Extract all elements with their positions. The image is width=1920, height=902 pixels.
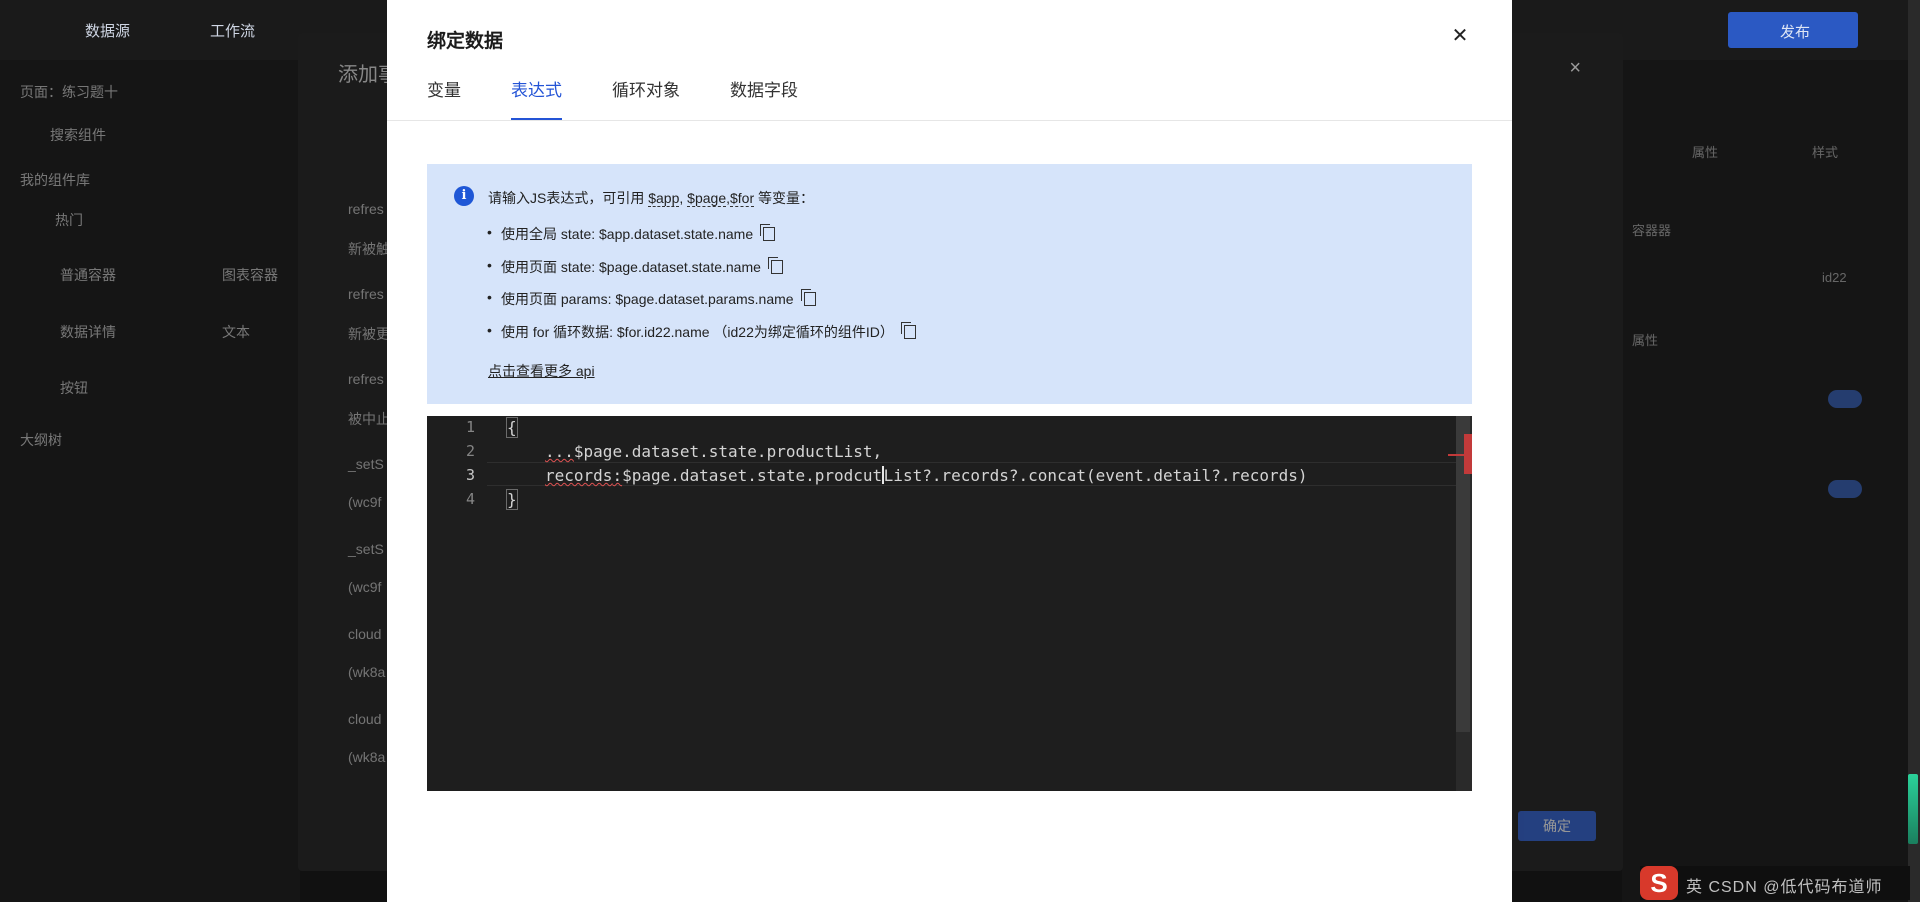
volume-indicator [1908,774,1918,844]
bg-event-item: (wk8a [348,749,386,765]
copy-icon[interactable] [760,224,776,241]
right-panel: 属性 样式 容器器 id22 属性 [1622,60,1920,902]
code-line-4: } [506,489,518,510]
ime-text: 英 CSDN @低代码布道师 [1686,879,1883,896]
info-alert: i 请输入JS表达式，可引用 $app, $page,$for 等变量： 使用全… [427,164,1472,404]
page-scrollbar[interactable] [1908,0,1920,902]
container-label: 容器器 [1632,223,1672,238]
bg-event-item: 被中止 [348,411,390,427]
bg-event-item[interactable]: cloud [348,626,381,642]
left-panel: 页面：练习题十 搜索组件 我的组件库 热门 普通容器 数据详情 按钮 大纲树 图… [0,60,300,902]
code-editor[interactable]: 1 2 3 4 { ...$page.dataset.state.product… [427,416,1472,791]
close-icon[interactable]: ✕ [1450,26,1470,46]
component-id: id22 [1822,270,1847,285]
bind-data-modal: 绑定数据 ✕ 变量 表达式 循环对象 数据字段 i 请输入JS表达式，可引用 $… [387,0,1512,902]
code-line-3: records:$page.dataset.state.prodcutList?… [545,466,1308,485]
component-chart[interactable]: 图表容器 [222,265,278,285]
component-data-detail[interactable]: 数据详情 [60,322,116,342]
usage-list: 使用全局 state: $app.dataset.state.name 使用页面… [487,224,916,355]
more-api-link[interactable]: 点击查看更多 api [488,361,595,381]
bg-event-item[interactable]: refres [348,201,384,217]
tab-loop-object[interactable]: 循环对象 [612,76,680,120]
toggle-1[interactable] [1828,390,1862,408]
code-line-1: { [506,417,518,438]
copy-icon[interactable] [900,321,916,339]
outline-tree-label: 大纲树 [20,432,62,448]
ime-logo-icon[interactable]: S [1640,866,1678,900]
component-search[interactable]: 搜索组件 [50,125,106,145]
line-number-gutter: 1 2 3 4 [427,416,487,791]
bg-event-item: 新被更 [348,326,390,342]
bg-dialog-close-icon[interactable]: × [1569,57,1581,80]
bg-event-item[interactable]: cloud [348,711,381,727]
usage-item: 使用 for 循环数据: $for.id22.name （id22为绑定循环的组… [487,321,916,355]
hot-group[interactable]: 热门 [55,210,83,230]
props-tab[interactable]: 属性 [1692,142,1718,161]
component-container[interactable]: 普通容器 [60,265,116,285]
usage-item: 使用页面 params: $page.dataset.params.name [487,289,915,322]
bg-event-item[interactable]: refres [348,371,384,387]
error-marker [1464,434,1472,474]
tab-variable[interactable]: 变量 [427,76,461,120]
bg-event-item: (wc9f [348,579,382,595]
page-var-link[interactable]: $page [687,190,727,207]
line-number: 1 [465,418,475,436]
page-selector[interactable]: 页面：练习题十 [20,82,118,102]
style-tab[interactable]: 样式 [1812,142,1838,161]
usage-item: 使用页面 state: $page.dataset.state.name [487,256,915,290]
for-var-link[interactable]: $for [730,190,755,207]
bg-confirm-button[interactable]: 确定 [1518,811,1596,841]
tab-bar: 变量 表达式 循环对象 数据字段 [427,76,848,120]
line-number: 2 [465,442,475,460]
bg-event-item[interactable]: _setS [348,456,384,472]
component-button[interactable]: 按钮 [60,378,88,398]
tabs-divider [387,120,1512,121]
bg-event-item[interactable]: refres [348,286,384,302]
copy-icon[interactable] [800,289,816,307]
tab-expression[interactable]: 表达式 [511,76,562,120]
topnav-datasource[interactable]: 数据源 [85,20,130,41]
info-icon: i [454,186,474,206]
toggle-2[interactable] [1828,480,1862,498]
publish-button[interactable]: 发布 [1728,12,1858,48]
component-text[interactable]: 文本 [222,322,250,342]
bg-event-item: (wk8a [348,664,386,680]
code-line-2: ...$page.dataset.state.productList, [545,442,883,461]
line-number: 4 [465,490,475,508]
error-marker-line [1448,454,1464,456]
bg-event-item: 新被触 [348,241,390,257]
props-section: 属性 [1632,333,1659,348]
usage-item: 使用全局 state: $app.dataset.state.name [487,224,915,257]
info-heading: 请输入JS表达式，可引用 $app, $page,$for 等变量： [488,190,815,207]
bg-event-item[interactable]: _setS [348,541,384,557]
modal-title: 绑定数据 [427,31,504,52]
app-var-link[interactable]: $app [648,190,680,207]
topnav-workflow[interactable]: 工作流 [210,20,255,41]
tab-data-field[interactable]: 数据字段 [730,76,798,120]
line-number: 3 [465,466,475,484]
my-components-label: 我的组件库 [20,172,90,188]
copy-icon[interactable] [767,256,783,274]
bg-event-item: (wc9f [348,494,382,510]
ime-toolbar: S 英 CSDN @低代码布道师 [1640,866,1910,900]
